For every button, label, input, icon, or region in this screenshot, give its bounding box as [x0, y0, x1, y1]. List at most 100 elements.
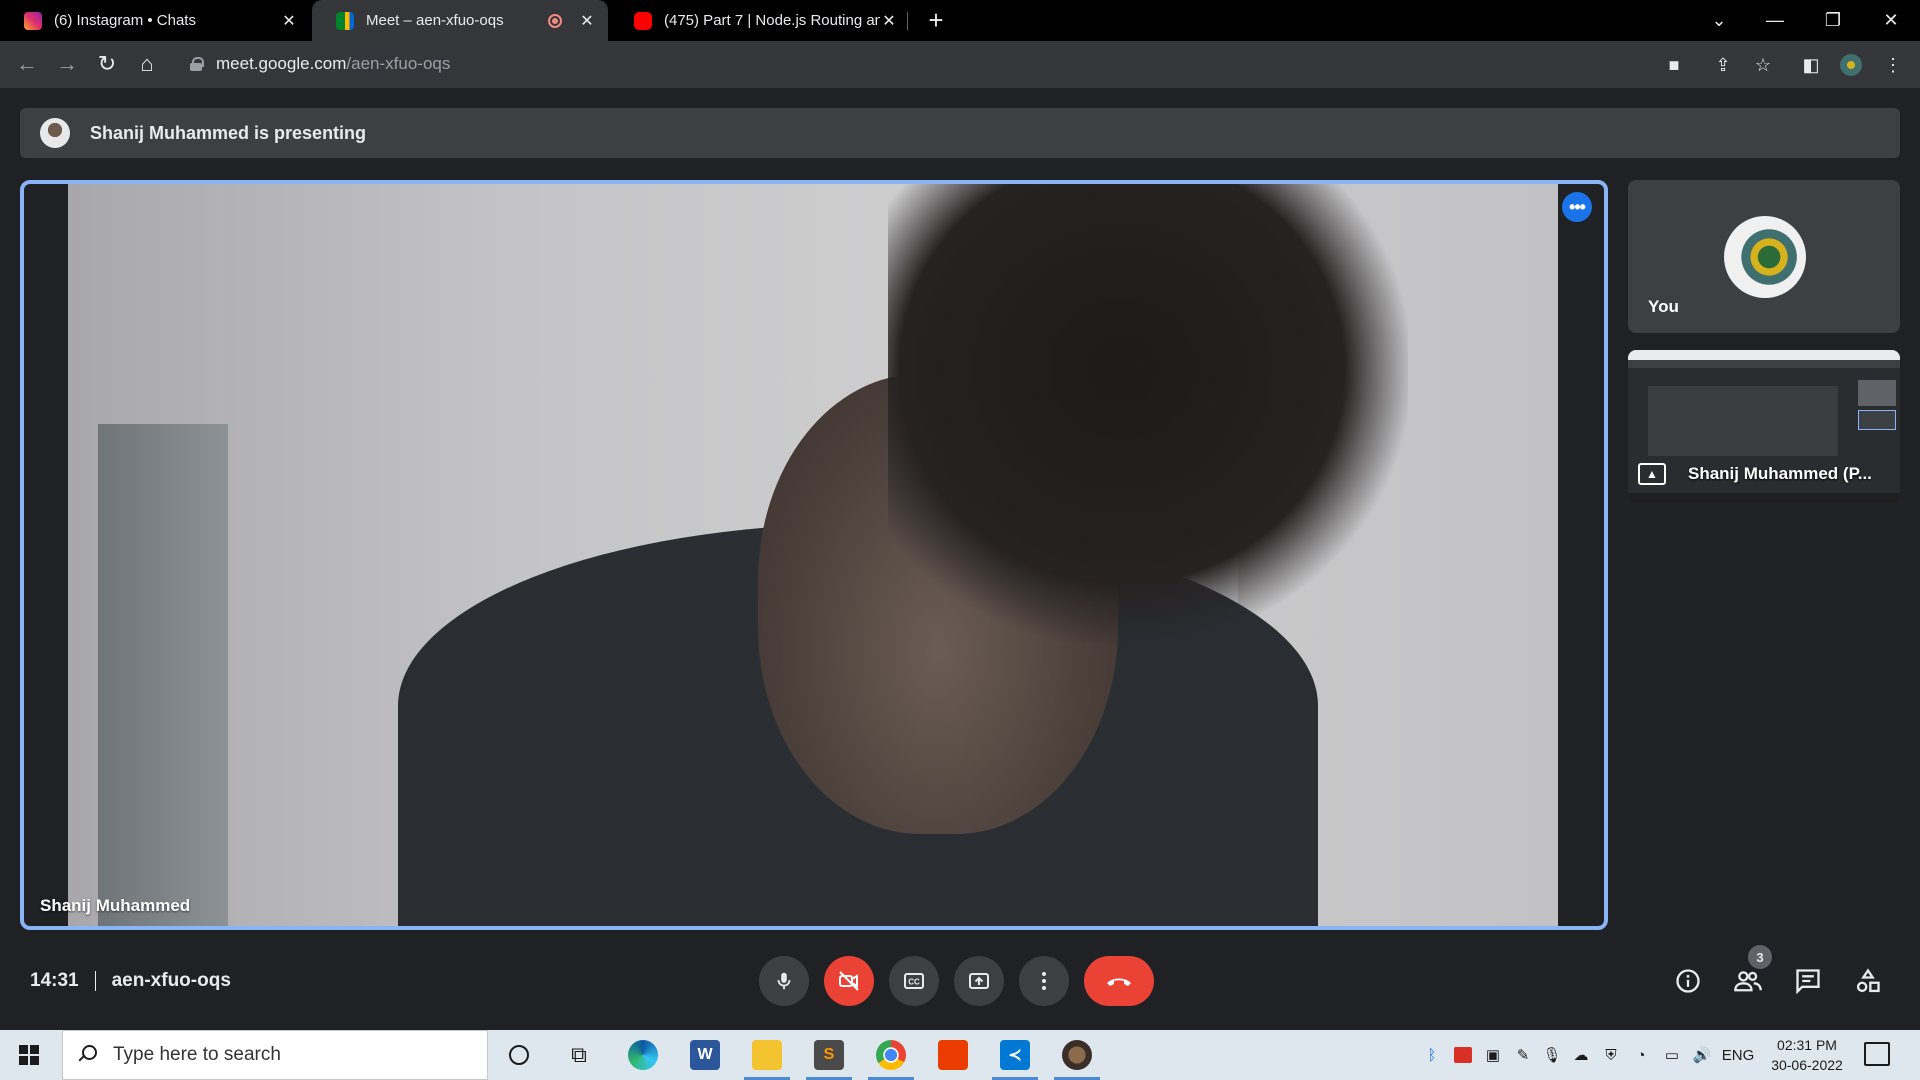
self-label: You [1648, 297, 1679, 316]
close-icon[interactable]: ✕ [578, 11, 596, 31]
leave-call-button[interactable] [1084, 956, 1154, 1006]
battery-icon[interactable]: ▭ [1658, 1030, 1686, 1080]
security-icon[interactable]: ⛨ [1598, 1030, 1624, 1080]
people-icon [1734, 971, 1762, 992]
chrome-icon[interactable] [862, 1030, 920, 1080]
edge-icon[interactable] [614, 1030, 672, 1080]
microphone-tray-icon[interactable]: 🎙 [1540, 1030, 1564, 1080]
back-icon[interactable]: ← [10, 47, 44, 81]
self-tile[interactable]: You [1628, 180, 1900, 333]
bluetooth-icon[interactable]: ᛒ [1420, 1030, 1444, 1080]
closed-captions-icon: CC [904, 973, 924, 989]
new-tab-button[interactable]: + [922, 6, 950, 34]
url-path: /aen-xfuo-oqs [346, 54, 451, 73]
minimize-button[interactable]: — [1752, 0, 1798, 41]
language-indicator[interactable]: ENG [1720, 1030, 1756, 1080]
camera-icon[interactable]: ■ [1663, 54, 1685, 76]
taskbar-clock[interactable]: 02:31 PM 30-06-2022 [1762, 1035, 1852, 1075]
search-placeholder: Type here to search [113, 1044, 281, 1065]
taskbar-search[interactable]: Type here to search [62, 1030, 488, 1080]
cortana-icon[interactable] [490, 1030, 548, 1080]
google-meet-icon [336, 11, 354, 30]
chat-button[interactable] [1791, 964, 1825, 998]
video-person-hair [888, 184, 1408, 644]
vscode-icon[interactable]: ≺ [986, 1030, 1044, 1080]
end-call-icon [1107, 978, 1131, 986]
tab-separator [907, 12, 908, 30]
close-icon[interactable]: ✕ [280, 11, 298, 31]
meeting-info-button[interactable] [1671, 964, 1705, 998]
notifications-icon[interactable] [1864, 1042, 1890, 1066]
browser-toolbar: ← → ↻ ⌂ meet.google.com /aen-xfuo-oqs ■ … [0, 41, 1920, 88]
tab-youtube[interactable]: (475) Part 7 | Node.js Routing and ✕ [610, 0, 910, 41]
windows-icon [19, 1045, 39, 1065]
youtube-icon [634, 11, 652, 30]
presenter-avatar [40, 118, 70, 148]
presenting-banner: Shanij Muhammed is presenting [20, 108, 1900, 158]
sublime-text-icon[interactable]: S [800, 1030, 858, 1080]
more-options-button[interactable] [1019, 956, 1069, 1006]
info-icon [1676, 969, 1700, 993]
tab-title: Meet – aen-xfuo-oqs [366, 12, 504, 29]
menu-icon[interactable]: ⋮ [1882, 54, 1904, 76]
file-explorer-icon[interactable] [738, 1030, 796, 1080]
activities-button[interactable] [1851, 964, 1885, 998]
meeting-time: 14:31 [30, 970, 79, 991]
side-panel-icon[interactable]: ◧ [1800, 54, 1822, 76]
captions-button[interactable]: CC [889, 956, 939, 1006]
url-host: meet.google.com [216, 54, 347, 73]
share-icon[interactable]: ⇪ [1712, 54, 1734, 76]
reload-icon[interactable]: ↻ [90, 47, 124, 81]
address-bar[interactable]: meet.google.com /aen-xfuo-oqs [180, 47, 1610, 81]
tray-app-icon[interactable] [1450, 1030, 1476, 1080]
task-view-icon[interactable]: ⧉ [550, 1030, 608, 1080]
clock-date: 30-06-2022 [1771, 1057, 1843, 1073]
windows-taskbar: Type here to search ⧉ W S ≺ ᛒ ▣ ✎ 🎙 ☁ ⛨ … [0, 1030, 1920, 1080]
participant-name: Shanij Muhammed [40, 896, 191, 915]
clock-time: 02:31 PM [1777, 1037, 1837, 1053]
tab-instagram[interactable]: (6) Instagram • Chats ✕ [0, 0, 310, 41]
tab-title: (475) Part 7 | Node.js Routing and [664, 12, 880, 29]
tab-title: (6) Instagram • Chats [54, 12, 196, 29]
tab-search-icon[interactable]: ⌄ [1696, 0, 1742, 41]
restore-button[interactable]: ❐ [1810, 0, 1856, 41]
more-vertical-icon [1042, 972, 1046, 990]
activities-icon [1856, 968, 1880, 993]
volume-icon[interactable]: 🔊 [1688, 1030, 1716, 1080]
pen-icon[interactable]: ✎ [1510, 1030, 1536, 1080]
self-avatar [1724, 216, 1806, 298]
meeting-code: aen-xfuo-oqs [111, 970, 231, 991]
office-icon[interactable] [924, 1030, 982, 1080]
tab-meet[interactable]: Meet – aen-xfuo-oqs ✕ [312, 0, 608, 41]
lock-icon[interactable] [190, 57, 204, 71]
camera-tray-icon[interactable]: ▣ [1480, 1030, 1506, 1080]
browser-tab-strip: (6) Instagram • Chats ✕ Meet – aen-xfuo-… [0, 0, 1920, 41]
video-background-door [98, 424, 228, 926]
home-icon[interactable]: ⌂ [130, 47, 164, 81]
share-label: Shanij Muhammed (P... [1688, 464, 1872, 483]
onedrive-icon[interactable]: ☁ [1568, 1030, 1594, 1080]
present-now-button[interactable] [954, 956, 1004, 1006]
start-button[interactable] [0, 1030, 58, 1080]
window-close-button[interactable]: ✕ [1868, 0, 1914, 41]
microphone-icon [777, 972, 791, 990]
presenting-text: Shanij Muhammed is presenting [90, 122, 367, 143]
word-icon[interactable]: W [676, 1030, 734, 1080]
tile-more-options-icon[interactable]: ••• [1562, 192, 1592, 222]
camera-off-icon [839, 971, 859, 991]
close-icon[interactable]: ✕ [880, 11, 898, 31]
camera-off-button[interactable] [824, 956, 874, 1006]
screen-share-tile[interactable]: ▲ Shanij Muhammed (P... [1628, 350, 1900, 503]
app-icon[interactable] [1048, 1030, 1106, 1080]
main-video-tile[interactable]: ••• Shanij Muhammed [20, 180, 1608, 930]
forward-icon[interactable]: → [50, 47, 84, 81]
profile-avatar[interactable] [1840, 54, 1862, 76]
participants-button[interactable] [1731, 964, 1765, 998]
bookmark-star-icon[interactable]: ☆ [1752, 54, 1774, 76]
meeting-details: 14:31 aen-xfuo-oqs [30, 970, 231, 992]
search-icon [77, 1045, 97, 1065]
present-screen-icon [969, 973, 989, 989]
divider [94, 971, 96, 991]
microphone-button[interactable] [759, 956, 809, 1006]
wifi-icon[interactable]: ◔ [1628, 1030, 1654, 1080]
